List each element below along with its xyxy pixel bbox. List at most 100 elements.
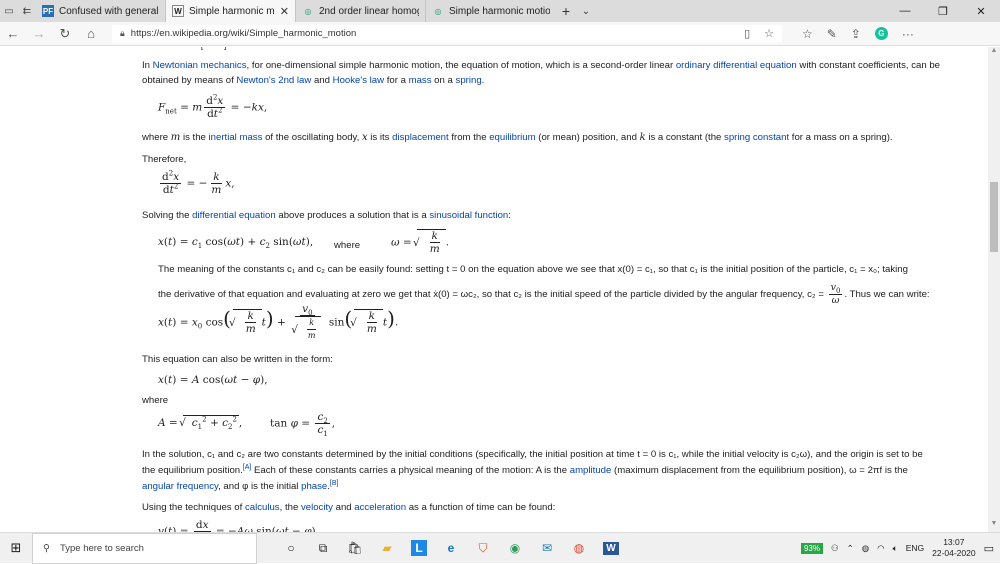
text: is a constant (the [645,132,725,143]
link-displacement[interactable]: displacement [392,132,449,143]
where-label-2: where [142,395,169,406]
link-amplitude[interactable]: amplitude [570,465,612,476]
link-phase[interactable]: phase [301,481,327,492]
mail-icon[interactable]: ✉ [531,533,563,564]
link-newtonian-mechanics[interactable]: Newtonian mechanics [153,60,247,71]
battery-indicator[interactable]: 93% [800,542,823,554]
link-differential-equation[interactable]: differential equation [192,210,276,221]
text: on a [431,75,456,86]
back-icon[interactable]: ← [0,26,26,41]
equation-velocity-cut: v(t) = dxdt = −Aω sin(ωt − φ) [158,519,316,532]
paragraph-6c: angular frequency, and φ is the initial … [142,479,972,494]
tab-2-active[interactable]: W Simple harmonic motio ✕ [166,0,296,22]
minimize-icon[interactable]: — [886,0,924,22]
close-tab-icon[interactable]: ✕ [280,5,289,18]
chrome-icon[interactable]: ◍ [563,533,595,564]
clock[interactable]: 13:07 22-04-2020 [932,537,975,559]
share-icon[interactable]: ⇪ [851,27,861,41]
link-velocity[interactable]: velocity [301,502,333,513]
word-icon[interactable]: W [595,533,627,564]
address-bar[interactable]: 🔒︎ https://en.wikipedia.org/wiki/Simple_… [112,24,782,43]
tray-chevron-icon[interactable]: ⌃ [847,543,854,554]
text: , for one-dimensional simple harmonic mo… [246,60,676,71]
more-icon[interactable]: ··· [902,27,914,41]
language-indicator[interactable]: ENG [906,543,924,553]
equation-solution: x(t) = c1 cos(ωt) + c2 sin(ωt), [158,236,314,251]
favorites-icon[interactable]: ☆ [802,27,813,41]
reading-view-icon[interactable]: ▯ [744,27,750,40]
maximize-icon[interactable]: ❐ [924,0,962,22]
volume-icon[interactable]: 🔈︎ [893,543,898,554]
close-window-icon[interactable]: ✕ [962,0,1000,22]
link-spring-constant[interactable]: spring constant [724,132,789,143]
paragraph-2: where m is the inertial mass of the osci… [142,130,972,145]
browser-tools: ☆ ✎ ⇪ G ··· [802,27,914,41]
link-acceleration[interactable]: acceleration [354,502,406,513]
text: the derivative of that equation and eval… [158,289,824,300]
link-ode[interactable]: ordinary differential equation [676,60,797,71]
green-app-icon[interactable]: ◉ [499,533,531,564]
address-toolbar: ← → ↻ ⌂ 🔒︎ https://en.wikipedia.org/wiki… [0,22,1000,46]
refresh-icon[interactable]: ↻ [52,26,78,42]
tab-title: 2nd order linear homogene [319,5,419,17]
app-l-icon[interactable]: L [403,533,435,564]
file-explorer-icon[interactable]: ▰ [371,533,403,564]
therefore-text: Therefore, [142,154,187,165]
equation-ode: d2x dt2 = − k m x, [160,169,235,196]
link-mass[interactable]: mass [409,75,432,86]
link-newtons-2nd-law[interactable]: Newton's 2nd law [236,75,311,86]
new-tab-icon[interactable]: + [556,0,576,22]
text: with constant coefficients, can be [796,60,940,71]
windows-start-icon[interactable]: ⊞ [0,540,32,556]
network-icon[interactable]: ◍ [862,543,869,554]
tab-bar: ▭ ⇇ PF Confused with general equa W Simp… [0,0,1000,22]
text: Solving the [142,210,193,221]
link-calculus[interactable]: calculus [245,502,280,513]
wifi-icon[interactable]: ◠ [877,543,884,554]
tab-actions-icon[interactable]: ▭ [0,0,18,22]
tab-3[interactable]: ◎ 2nd order linear homogene [296,0,426,22]
v0-over-omega: v0 ω [828,282,843,306]
pen-icon[interactable]: ✎ [827,27,837,41]
favorite-star-icon[interactable]: ☆ [764,27,774,40]
text: , the [279,502,301,513]
windows-taskbar: ⊞ ⚲ Type here to search ○ ⧉ 🛍︎ ▰ L e ⛉ ◉… [0,532,1000,564]
people-icon[interactable]: ⚇ [831,543,839,554]
scroll-up-icon[interactable]: ▲ [988,47,1000,59]
link-hookes-law[interactable]: Hooke's law [333,75,384,86]
search-placeholder: Type here to search [59,542,144,554]
tab-list-chevron-icon[interactable]: ⌄ [576,0,596,22]
link-sinusoidal-function[interactable]: sinusoidal function [429,210,508,221]
cortana-icon[interactable]: ○ [275,533,307,564]
edge-icon[interactable]: e [435,533,467,564]
paragraph-4a: The meaning of the constants c₁ and c₂ c… [158,264,908,275]
equation-amplitude-form: x(t) = A cos(ωt − φ), [158,374,268,386]
tab-4[interactable]: ◎ Simple harmonic motion in [426,0,556,22]
forward-icon[interactable]: → [26,26,52,41]
text: In [142,60,153,71]
notifications-icon[interactable]: ▭ [984,542,994,555]
link-equilibrium[interactable]: equilibrium [489,132,535,143]
shield-app-icon[interactable]: ⛉ [467,533,499,564]
link-inertial-mass[interactable]: inertial mass [209,132,263,143]
tab-1[interactable]: PF Confused with general equa [36,0,166,22]
link-angular-frequency[interactable]: angular frequency [142,481,218,492]
text: for a mass on a spring). [789,132,893,143]
home-icon[interactable]: ⌂ [78,26,104,41]
text: from the [448,132,490,143]
tab-preview-icon[interactable]: ⇇ [18,0,36,22]
store-icon[interactable]: 🛍︎ [339,533,371,564]
clock-time: 13:07 [943,537,965,547]
grammarly-icon[interactable]: G [874,27,888,40]
scrollbar-thumb[interactable] [990,182,998,252]
equation-fnet: Fnet = m d2x dt2 = −kx, [158,93,268,120]
vertical-scrollbar[interactable]: ▲ ▼ [988,47,1000,532]
link-spring[interactable]: spring [456,75,482,86]
ref-B[interactable]: [B] [330,480,339,487]
text: obtained by means of [142,75,237,86]
text: above produces a solution that is a [275,210,430,221]
task-view-icon[interactable]: ⧉ [307,533,339,564]
taskbar-search-box[interactable]: ⚲ Type here to search [32,532,257,564]
text: of the oscillating body, [262,132,362,143]
scroll-down-icon[interactable]: ▼ [988,520,1000,532]
